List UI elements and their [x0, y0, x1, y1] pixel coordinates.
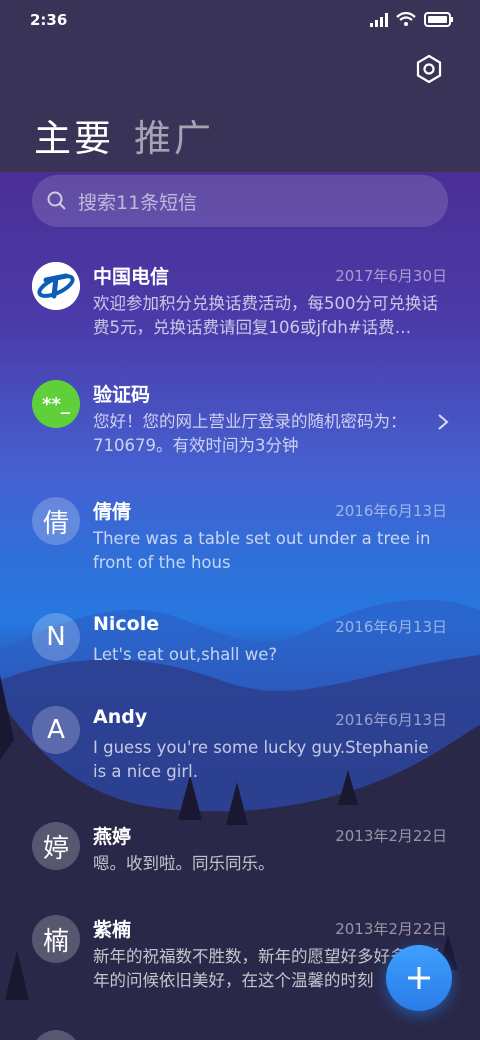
avatar: N [32, 613, 80, 661]
message-date: 2016年6月13日 [335, 711, 447, 729]
sender-name: 倩倩 [93, 501, 132, 523]
message-date: 2017年6月30日 [335, 267, 447, 285]
avatar: 楠 [32, 915, 80, 963]
message-date: 2016年6月13日 [335, 618, 447, 636]
tab-primary[interactable]: 主要 [34, 108, 114, 162]
message-date: 2013年2月22日 [335, 920, 447, 938]
message-item-andy[interactable]: A Andy 2016年6月13日 I guess you're some lu… [0, 706, 480, 816]
battery-icon [424, 12, 453, 27]
message-date: 2016年6月13日 [335, 502, 447, 520]
avatar: 婷 [32, 822, 80, 870]
message-item-verification[interactable]: **_ 验证码 您好！您的网上营业厅登录的随机密码为：710679。有效时间为3… [0, 380, 480, 490]
wifi-icon [396, 12, 416, 26]
message-preview: 您好！您的网上营业厅登录的随机密码为：710679。有效时间为3分钟 [93, 412, 407, 455]
avatar: A [32, 706, 80, 754]
tab-promotions[interactable]: 推广 [134, 108, 214, 162]
search-icon [47, 191, 66, 210]
chevron-right-icon[interactable] [436, 412, 450, 432]
message-preview: Let's eat out,shall we? [93, 645, 278, 664]
message-preview: I guess you're some lucky guy.Stephanie … [93, 738, 429, 781]
status-time: 2:36 [30, 11, 68, 29]
search-placeholder: 搜索11条短信 [78, 191, 198, 214]
category-tabs: 主要 推广 [34, 108, 214, 162]
sender-name: 中国电信 [93, 266, 170, 288]
settings-icon[interactable] [414, 54, 444, 84]
sender-name: Andy [93, 706, 148, 728]
status-bar: 2:36 [0, 0, 480, 40]
sender-name: Nicole [93, 613, 160, 635]
search-bar[interactable]: 搜索11条短信 [32, 175, 448, 227]
message-preview: There was a table set out under a tree i… [93, 529, 431, 572]
message-date: 2013年2月22日 [335, 827, 447, 845]
message-preview: 嗯。收到啦。同乐同乐。 [93, 854, 275, 873]
signal-icon [370, 12, 388, 27]
message-preview: 欢迎参加积分兑换话费活动，每500分可兑换话费5元，兑换话费请回复106或jfd… [93, 294, 438, 337]
message-list-screen: 2:36 主要 推广 搜索11条短信 中国电信 2017年6月30日 欢迎参加积… [0, 0, 480, 1040]
message-item-qianqian[interactable]: 倩 倩倩 2016年6月13日 There was a table set ou… [0, 497, 480, 607]
avatar: **_ [32, 380, 80, 428]
new-message-button[interactable] [386, 945, 452, 1011]
message-item-china-telecom[interactable]: 中国电信 2017年6月30日 欢迎参加积分兑换话费活动，每500分可兑换话费5… [0, 262, 480, 372]
avatar: 倩 [32, 497, 80, 545]
sender-name: 验证码 [93, 384, 151, 406]
plus-icon [408, 967, 430, 989]
sender-name: 紫楠 [93, 919, 132, 941]
sender-name: 燕婷 [93, 826, 132, 848]
china-telecom-logo-icon [32, 262, 80, 310]
